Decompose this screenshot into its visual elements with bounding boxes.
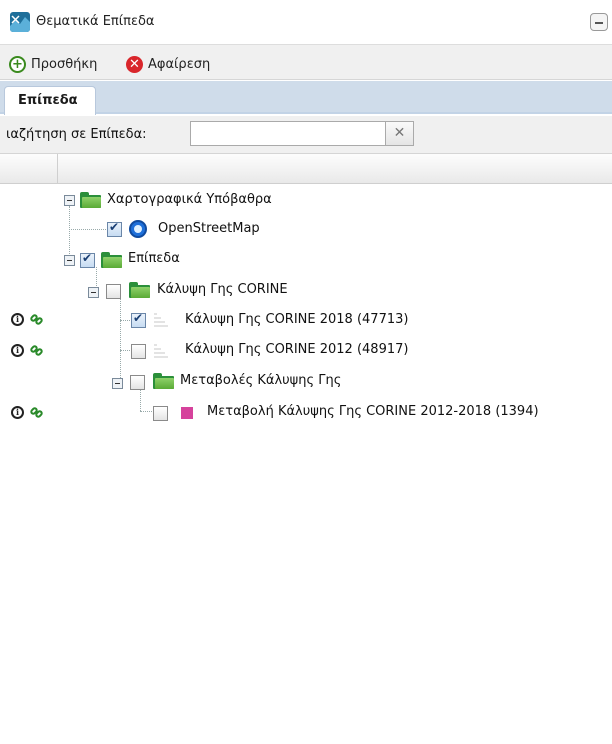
folder-icon <box>153 373 174 389</box>
add-button-label: Προσθήκη <box>31 56 98 72</box>
panel-title: Θεματικά Επίπεδα <box>36 14 155 29</box>
search-input[interactable] <box>190 121 386 146</box>
layer-icon <box>154 311 168 327</box>
checkbox-corine2018[interactable] <box>131 311 146 328</box>
checkbox-layers[interactable] <box>80 251 95 268</box>
legend-swatch <box>181 407 193 419</box>
tab-layers[interactable]: Επίπεδα <box>4 86 96 115</box>
add-button[interactable]: + Προσθήκη <box>9 54 97 74</box>
clear-search-button[interactable]: ✕ <box>386 121 414 146</box>
tree-column-header <box>0 153 612 184</box>
node-label-change1218: Μεταβολή Κάλυψης Γης CORINE 2012-2018 (1… <box>207 404 539 419</box>
collapse-toggle-icon[interactable] <box>112 378 123 389</box>
node-label-corine2018: Κάλυψη Γης CORINE 2018 (47713) <box>185 312 409 327</box>
checkbox-changes[interactable] <box>130 375 145 390</box>
search-label: ιαζήτηση σε Επίπεδα: <box>6 127 147 142</box>
tab-strip: Επίπεδα <box>0 81 612 115</box>
collapse-toggle-icon[interactable] <box>64 255 75 266</box>
tree-line <box>140 411 152 412</box>
checkbox-corine[interactable] <box>106 284 121 299</box>
toolbar: + Προσθήκη ✕ Αφαίρεση <box>0 44 612 80</box>
tree-line <box>69 229 106 230</box>
info-icon[interactable]: i <box>11 344 24 357</box>
folder-icon <box>129 282 150 298</box>
info-icon[interactable]: i <box>11 406 24 419</box>
node-label-changes: Μεταβολές Κάλυψης Γης <box>180 373 342 388</box>
node-label-layers: Επίπεδα <box>128 251 180 266</box>
openstreetmap-icon <box>129 220 147 238</box>
node-label-corine2012: Κάλυψη Γης CORINE 2012 (48917) <box>185 342 409 357</box>
checkbox-change1218[interactable] <box>153 406 168 421</box>
collapse-button[interactable] <box>590 13 608 31</box>
node-label-osm: OpenStreetMap <box>158 221 260 236</box>
remove-icon: ✕ <box>126 55 143 73</box>
column-separator <box>57 154 58 183</box>
node-label-corine: Κάλυψη Γης CORINE <box>157 282 288 297</box>
layer-icon <box>154 342 168 358</box>
link-icon[interactable] <box>29 312 44 326</box>
tab-layers-label: Επίπεδα <box>18 93 78 108</box>
plus-icon: + <box>9 55 26 73</box>
tree-line <box>69 206 70 260</box>
collapse-toggle-icon[interactable] <box>88 287 99 298</box>
link-icon[interactable] <box>29 405 44 419</box>
folder-icon <box>80 192 101 208</box>
tree-line <box>120 350 130 351</box>
checkbox-osm[interactable] <box>107 220 122 237</box>
info-icon[interactable]: i <box>11 313 24 326</box>
tree-line <box>120 296 121 380</box>
app-logo-icon <box>10 12 30 32</box>
node-label-basemaps: Χαρτογραφικά Υπόβαθρα <box>107 192 272 207</box>
collapse-toggle-icon[interactable] <box>64 195 75 206</box>
layer-tree: Χαρτογραφικά Υπόβαθρα OpenStreetMap Επίπ… <box>0 184 612 744</box>
checkbox-corine2012[interactable] <box>131 344 146 359</box>
remove-button[interactable]: ✕ Αφαίρεση <box>126 54 210 74</box>
close-icon: ✕ <box>393 125 406 141</box>
remove-button-label: Αφαίρεση <box>148 56 211 72</box>
panel-header: Θεματικά Επίπεδα <box>0 0 612 42</box>
tree-line <box>120 320 130 321</box>
folder-icon <box>101 252 122 268</box>
search-row: ιαζήτηση σε Επίπεδα: ✕ <box>0 116 612 153</box>
link-icon[interactable] <box>29 343 44 357</box>
